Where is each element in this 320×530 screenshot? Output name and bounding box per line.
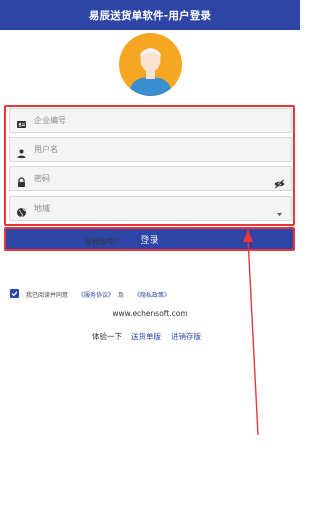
agreement-checkbox[interactable] bbox=[10, 289, 19, 298]
user-icon bbox=[16, 144, 27, 158]
username-field[interactable]: 用户名 bbox=[9, 137, 292, 162]
privacy-link[interactable]: 《隐私政策》 bbox=[134, 290, 170, 299]
globe-icon bbox=[16, 203, 27, 218]
region-select[interactable]: 地域 bbox=[9, 196, 292, 221]
password-field[interactable]: 密码 bbox=[9, 166, 292, 191]
company-id-field[interactable]: 企业编号 bbox=[9, 108, 292, 133]
inventory-edition-link[interactable]: 进销存版 bbox=[171, 331, 201, 342]
company-id-placeholder: 企业编号 bbox=[34, 116, 66, 125]
lock-icon bbox=[16, 173, 27, 187]
app-title: 易辰送货单软件-用户登录 bbox=[88, 9, 212, 22]
no-account-text: 没有账号? bbox=[84, 237, 118, 246]
app-title-bar: 易辰送货单软件-用户登录 bbox=[0, 0, 300, 30]
avatar bbox=[119, 33, 182, 96]
register-link[interactable]: 立即注册 bbox=[124, 236, 154, 247]
region-placeholder: 地域 bbox=[34, 204, 50, 213]
check-icon bbox=[11, 291, 18, 297]
try-label: 体验一下 bbox=[92, 332, 122, 341]
id-card-icon bbox=[16, 115, 27, 128]
password-placeholder: 密码 bbox=[34, 174, 50, 183]
forgot-password-link[interactable]: 忘记密码? bbox=[178, 236, 212, 247]
dropdown-arrow-icon bbox=[274, 204, 285, 216]
website-url: www.echensoft.com bbox=[112, 309, 188, 318]
terms-link[interactable]: 《服务协议》 bbox=[78, 290, 114, 299]
agreement-text: 我已阅读并同意 bbox=[26, 292, 69, 299]
delivery-edition-link[interactable]: 送货单版 bbox=[131, 331, 161, 342]
eye-off-icon[interactable] bbox=[274, 174, 285, 189]
username-placeholder: 用户名 bbox=[34, 145, 58, 154]
agreement-and: 及 bbox=[118, 292, 125, 299]
